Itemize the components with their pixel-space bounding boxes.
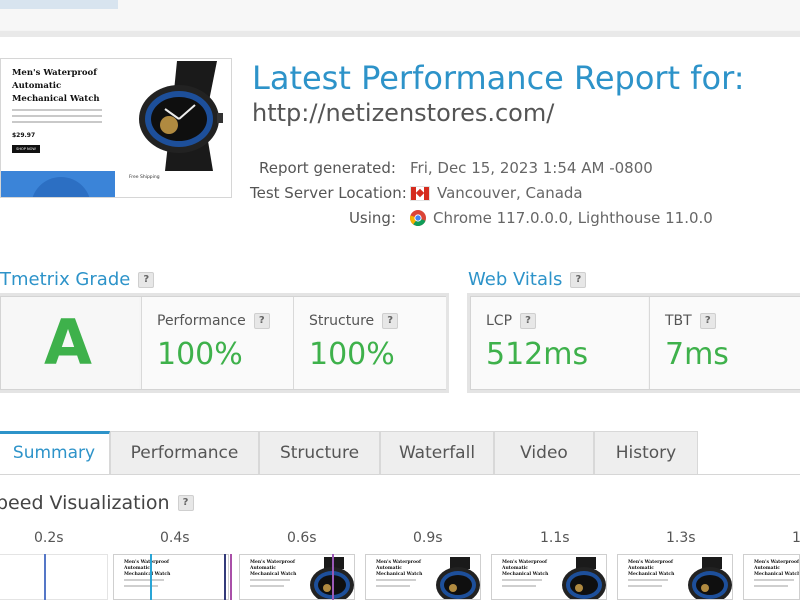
performance-cell: Performance? 100%	[141, 297, 293, 389]
grade-section-title: Tmetrix Grade?	[0, 269, 155, 290]
help-icon[interactable]: ?	[520, 313, 537, 329]
watch-image	[310, 557, 354, 599]
tbt-label: TBT?	[665, 313, 716, 329]
tab-video[interactable]: Video	[494, 431, 594, 475]
help-icon[interactable]: ?	[138, 271, 155, 288]
filmstrip-frame: Men's Waterproof Automatic Mechanical Wa…	[239, 554, 355, 600]
timeline-marker-lcp	[224, 554, 226, 600]
timeline-tick: 0.9s	[413, 530, 443, 546]
performance-label: Performance?	[157, 313, 270, 329]
thumbnail-title: Men's Waterproof Automatic Mechanical Wa…	[12, 68, 100, 104]
timeline-ticks: 0.2s 0.4s 0.6s 0.9s 1.1s 1.3s 1	[0, 530, 800, 550]
canada-flag-icon	[410, 185, 430, 201]
timeline-tick: 0.4s	[160, 530, 190, 546]
help-icon[interactable]: ?	[253, 313, 270, 329]
timeline-tick: 1.3s	[666, 530, 696, 546]
tab-performance[interactable]: Performance	[110, 431, 259, 475]
structure-label: Structure?	[309, 313, 399, 329]
using-value: Chrome 117.0.0.0, Lighthouse 11.0.0	[410, 209, 713, 227]
report-url[interactable]: http://netizenstores.com/	[252, 98, 554, 128]
tabs-divider	[0, 474, 800, 475]
report-tabs: Summary Performance Structure Waterfall …	[0, 431, 800, 475]
tab-summary[interactable]: Summary	[0, 431, 110, 475]
tbt-value: 7ms	[665, 337, 729, 372]
structure-value: 100%	[309, 337, 395, 372]
grade-card: A Performance? 100% Structure? 100%	[0, 296, 446, 390]
structure-cell: Structure? 100%	[293, 297, 446, 389]
timeline-tick: 1	[792, 530, 800, 546]
grade-cell: A	[1, 297, 139, 389]
tbt-cell: TBT? 7ms	[649, 297, 800, 389]
thumbnail-text-lines	[12, 109, 102, 127]
web-vitals-card: LCP? 512ms TBT? 7ms	[470, 296, 800, 390]
watch-image	[562, 557, 606, 599]
timeline-marker-ttfb	[44, 554, 46, 600]
performance-value: 100%	[157, 337, 243, 372]
timeline-marker-onload	[230, 554, 232, 600]
lcp-cell: LCP? 512ms	[471, 297, 648, 389]
grade-letter: A	[44, 306, 92, 379]
filmstrip-frame: Men's Waterproof Automatic Mechanical Wa…	[491, 554, 607, 600]
filmstrip-frame: Men's Waterproof Automatic Mechanical Wa…	[743, 554, 800, 600]
filmstrip-frame: Men's Waterproof Automatic Mechanical Wa…	[617, 554, 733, 600]
thumbnail-price: $29.97	[12, 132, 36, 139]
thumbnail-shop-button: SHOP NOW	[12, 145, 40, 153]
lcp-value: 512ms	[486, 337, 589, 372]
filmstrip-frame: Men's Waterproof Automatic Mechanical Wa…	[365, 554, 481, 600]
chrome-icon	[410, 210, 426, 226]
report-generated-value: Fri, Dec 15, 2023 1:54 AM -0800	[410, 159, 653, 177]
filmstrip-frame: Men's Waterproof Automatic Mechanical Wa…	[113, 554, 229, 600]
timeline-tick: 0.2s	[34, 530, 64, 546]
test-server-location-label: Test Server Location:	[250, 184, 407, 202]
site-screenshot-thumbnail[interactable]: Men's Waterproof Automatic Mechanical Wa…	[0, 58, 232, 198]
help-icon[interactable]: ?	[699, 313, 716, 329]
help-icon[interactable]: ?	[177, 495, 194, 511]
speed-visualization-title: peed Visualization?	[0, 492, 194, 514]
top-strip-bar	[0, 0, 118, 9]
thumbnail-blue-banner	[1, 171, 115, 197]
filmstrip[interactable]: Men's Waterproof Automatic Mechanical Wa…	[0, 554, 800, 600]
thumbnail-hero: Men's Waterproof Automatic Mechanical Wa…	[1, 59, 231, 171]
tab-structure[interactable]: Structure	[259, 431, 380, 475]
timeline-marker-fully-loaded	[332, 554, 334, 600]
report-generated-label: Report generated:	[258, 159, 396, 177]
web-vitals-section-title: Web Vitals?	[468, 269, 587, 290]
help-icon[interactable]: ?	[570, 271, 587, 288]
timeline-tick: 1.1s	[540, 530, 570, 546]
help-icon[interactable]: ?	[382, 313, 399, 329]
timeline-marker-fcp	[150, 554, 152, 600]
tab-history[interactable]: History	[594, 431, 698, 475]
timeline-tick: 0.6s	[287, 530, 317, 546]
filmstrip-frame-blank	[0, 554, 108, 600]
thumbnail-sub-caption: Free Shipping	[129, 175, 160, 180]
lcp-label: LCP?	[486, 313, 537, 329]
top-strip	[0, 0, 800, 30]
tab-waterfall[interactable]: Waterfall	[380, 431, 494, 475]
report-title: Latest Performance Report for:	[252, 59, 745, 97]
using-label: Using:	[348, 209, 396, 227]
watch-image	[436, 557, 480, 599]
watch-image	[688, 557, 732, 599]
test-server-location-value: Vancouver, Canada	[410, 184, 583, 202]
watch-image	[139, 61, 223, 171]
